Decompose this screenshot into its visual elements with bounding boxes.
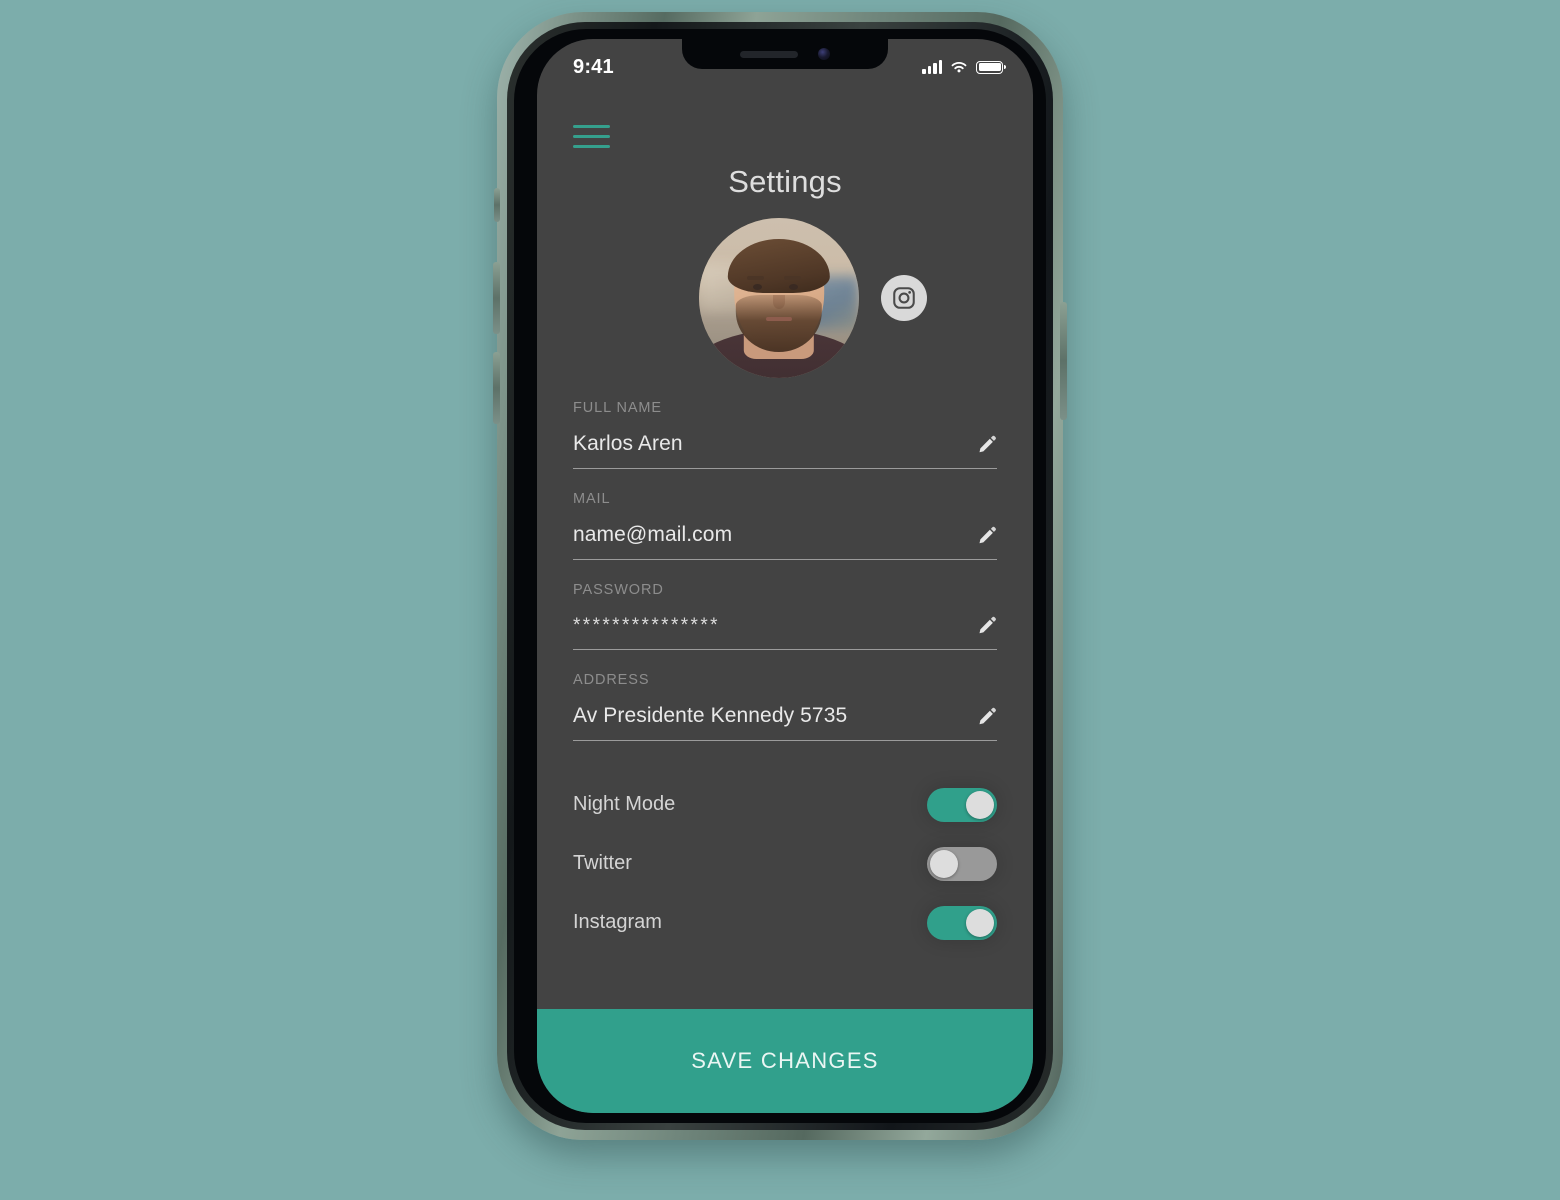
toggle-row-twitter: Twitter <box>573 834 997 893</box>
field-row[interactable]: *************** <box>573 614 997 650</box>
twitter-switch[interactable] <box>927 846 997 881</box>
instagram-switch[interactable] <box>927 905 997 940</box>
field-row[interactable]: Karlos Aren <box>573 432 997 469</box>
field-row[interactable]: Av Presidente Kennedy 5735 <box>573 704 997 741</box>
field-full-name: FULL NAME Karlos Aren <box>573 400 997 469</box>
volume-down-button[interactable] <box>493 352 500 424</box>
phone-device: 9:41 Settings FULL NAME Karlos Aren MAIL… <box>493 12 1067 1140</box>
full-name-input[interactable]: Karlos Aren <box>573 432 683 456</box>
battery-full-icon <box>976 60 1006 74</box>
toggle-label: Instagram <box>573 911 662 933</box>
night-mode-switch[interactable] <box>927 787 997 822</box>
field-label: ADDRESS <box>573 672 650 688</box>
volume-up-button[interactable] <box>493 262 500 334</box>
field-label: FULL NAME <box>573 400 662 416</box>
wifi-icon <box>951 61 967 73</box>
page-title: Settings <box>728 164 842 199</box>
toggle-row-night-mode: Night Mode <box>573 775 997 834</box>
pencil-icon[interactable] <box>976 433 997 454</box>
save-changes-button[interactable]: SAVE CHANGES <box>537 1009 1033 1113</box>
status-bar: 9:41 <box>537 39 1033 95</box>
profile-avatar-row <box>537 218 1033 378</box>
toggle-label: Night Mode <box>573 793 676 815</box>
status-bar-time: 9:41 <box>573 55 614 78</box>
pencil-icon[interactable] <box>976 614 997 635</box>
avatar[interactable] <box>699 218 859 378</box>
field-address: ADDRESS Av Presidente Kennedy 5735 <box>573 672 997 741</box>
toggle-list: Night Mode Twitter Instagram <box>537 775 1033 952</box>
instagram-badge-button[interactable] <box>881 275 927 321</box>
field-label: PASSWORD <box>573 582 664 598</box>
toggle-row-instagram: Instagram <box>573 893 997 952</box>
pencil-icon[interactable] <box>976 524 997 545</box>
app-content: Settings FULL NAME Karlos Aren MAIL name… <box>537 95 1033 1113</box>
mail-input[interactable]: name@mail.com <box>573 523 732 547</box>
toggle-label: Twitter <box>573 852 632 874</box>
hamburger-menu-icon[interactable] <box>573 125 610 148</box>
field-row[interactable]: name@mail.com <box>573 523 997 560</box>
cellular-signal-icon <box>922 60 942 74</box>
power-button[interactable] <box>1060 302 1067 420</box>
phone-screen: 9:41 Settings FULL NAME Karlos Aren MAIL… <box>537 39 1033 1113</box>
pencil-icon[interactable] <box>976 705 997 726</box>
status-bar-icons <box>922 60 1006 74</box>
instagram-icon <box>893 287 915 309</box>
address-input[interactable]: Av Presidente Kennedy 5735 <box>573 704 847 728</box>
settings-form: FULL NAME Karlos Aren MAIL name@mail.com <box>537 400 1033 763</box>
field-mail: MAIL name@mail.com <box>573 491 997 560</box>
mute-switch-button[interactable] <box>494 188 500 222</box>
field-label: MAIL <box>573 491 611 507</box>
password-input[interactable]: *************** <box>573 615 720 637</box>
field-password: PASSWORD *************** <box>573 582 997 650</box>
